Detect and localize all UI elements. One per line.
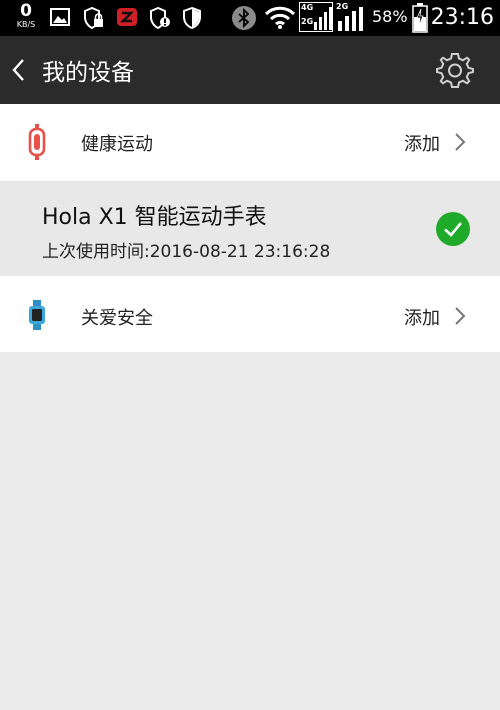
watch-icon <box>29 300 45 330</box>
shield-alert-icon <box>150 6 170 30</box>
network-4g-label: 4G <box>301 3 314 12</box>
battery-percent: 58% <box>372 7 408 26</box>
signal-icon <box>314 7 332 30</box>
shield-lock-icon <box>84 6 103 30</box>
network-speed: 0 KB/S <box>13 3 39 29</box>
image-icon <box>50 8 70 26</box>
signal-icon <box>338 7 363 31</box>
device-row-connected[interactable]: Hola X1 智能运动手表 上次使用时间:2016-08-21 23:16:2… <box>0 181 500 276</box>
sim1-signal: 4G 2G <box>299 2 333 32</box>
device-name: Hola X1 智能运动手表 <box>42 205 267 230</box>
chevron-left-icon <box>12 59 24 81</box>
page-title: 我的设备 <box>42 60 134 86</box>
chevron-right-icon <box>455 307 466 325</box>
device-row-label: 关爱安全 <box>81 308 153 329</box>
settings-button[interactable] <box>436 51 474 89</box>
network-speed-unit: KB/S <box>16 20 36 29</box>
network-speed-value: 0 <box>20 1 32 21</box>
status-bar: 0 KB/S 4G 2G 2G 58% 23:16 <box>0 0 500 36</box>
device-row-safety[interactable]: 关爱安全 添加 <box>0 276 500 352</box>
add-link[interactable]: 添加 <box>404 130 440 156</box>
add-link[interactable]: 添加 <box>404 304 440 330</box>
network-2g-label: 2G <box>301 17 314 26</box>
device-row-label: 健康运动 <box>81 134 153 155</box>
check-circle-icon <box>436 212 470 246</box>
gear-icon <box>436 53 474 88</box>
chevron-right-icon <box>455 133 466 151</box>
band-icon <box>28 124 46 160</box>
device-row-health[interactable]: 健康运动 添加 <box>0 104 500 181</box>
sim2-signal: 2G <box>335 2 367 32</box>
app-z-icon <box>117 8 137 26</box>
app-header: 我的设备 <box>0 36 500 104</box>
device-last-used: 上次使用时间:2016-08-21 23:16:28 <box>42 242 331 262</box>
clock-time: 23:16 <box>430 5 494 30</box>
shield-icon <box>183 6 201 30</box>
back-button[interactable] <box>8 56 34 84</box>
bluetooth-icon <box>232 6 256 30</box>
wifi-icon <box>264 6 296 29</box>
battery-charging-icon <box>412 3 428 33</box>
